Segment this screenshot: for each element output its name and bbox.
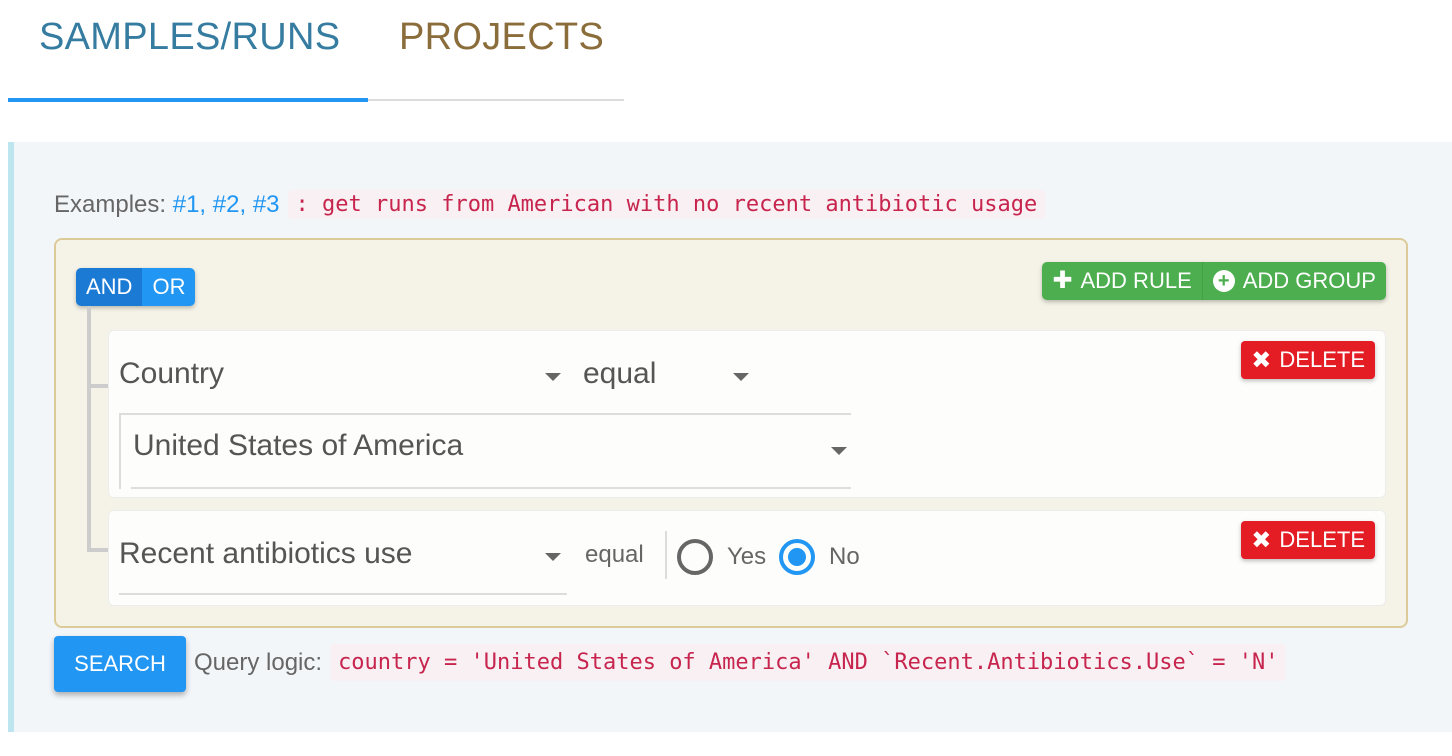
delete-rule-button[interactable]: ✖ DELETE (1241, 521, 1375, 559)
operator-select[interactable]: equal (583, 345, 753, 415)
field-select[interactable]: Country (119, 345, 567, 415)
tab-samples-runs[interactable]: SAMPLES/RUNS (39, 16, 340, 59)
caret-down-icon (545, 373, 561, 381)
active-tab-indicator (8, 98, 368, 102)
radio-circle-icon (677, 539, 713, 575)
radio-yes-label: Yes (727, 543, 767, 570)
example-link-3[interactable]: #3 (253, 191, 280, 219)
query-logic-label: Query logic: (194, 648, 323, 676)
value-select-box: United States of America (131, 415, 851, 489)
query-group: AND OR ✚ ADD RULE + ADD GROUP Country eq… (54, 238, 1408, 628)
search-panel: Examples: #1, #2, #3 : get runs from Ame… (8, 142, 1452, 732)
query-logic: Query logic: country = 'United States of… (194, 644, 1287, 681)
examples-label: Examples: (54, 190, 167, 218)
divider (665, 531, 667, 579)
and-button[interactable]: AND (76, 268, 143, 306)
tree-connector-branch (87, 384, 109, 388)
add-group-button[interactable]: + ADD GROUP (1201, 262, 1386, 300)
operator-select-value: equal (583, 357, 657, 390)
add-button-group: ✚ ADD RULE + ADD GROUP (1042, 262, 1386, 300)
radio-no-label: No (829, 543, 860, 570)
field-select-value: Country (119, 357, 225, 390)
delete-label: DELETE (1279, 347, 1365, 372)
tree-connector (87, 306, 91, 552)
add-rule-label: ADD RULE (1080, 268, 1192, 293)
operator-label: equal (585, 541, 644, 568)
examples-row: Examples: #1, #2, #3 : get runs from Ame… (54, 190, 1046, 219)
radio-checked-icon (779, 539, 815, 575)
add-rule-button[interactable]: ✚ ADD RULE (1042, 262, 1202, 300)
rule-antibiotics: Recent antibiotics use equal Yes No ✖ DE… (108, 510, 1386, 606)
add-group-label: ADD GROUP (1242, 268, 1376, 293)
example-link-2[interactable]: #2, (213, 191, 246, 219)
caret-down-icon (831, 447, 847, 455)
tab-projects[interactable]: PROJECTS (399, 16, 604, 59)
value-select[interactable]: United States of America (119, 413, 851, 489)
radio-no[interactable]: No (779, 539, 860, 575)
field-select-value: Recent antibiotics use (119, 537, 413, 570)
close-icon: ✖ (1251, 526, 1272, 554)
example-description: : get runs from American with no recent … (287, 190, 1046, 219)
or-button[interactable]: OR (142, 268, 196, 306)
rule-country: Country equal United States of America ✖… (108, 330, 1386, 498)
radio-yes[interactable]: Yes (677, 539, 766, 575)
search-button[interactable]: SEARCH (54, 636, 186, 692)
conjunction-toggle: AND OR (76, 268, 196, 306)
tree-connector-branch (87, 548, 109, 552)
delete-rule-button[interactable]: ✖ DELETE (1241, 341, 1375, 379)
plus-icon: ✚ (1052, 267, 1073, 294)
close-icon: ✖ (1251, 346, 1272, 374)
caret-down-icon (545, 553, 561, 561)
tab-bar: SAMPLES/RUNS PROJECTS (8, 0, 624, 102)
value-select-value: United States of America (133, 429, 464, 462)
caret-down-icon (733, 373, 749, 381)
example-link-1[interactable]: #1, (173, 191, 206, 219)
plus-circle-icon: + (1212, 270, 1235, 292)
delete-label: DELETE (1279, 527, 1365, 552)
field-select[interactable]: Recent antibiotics use (119, 525, 567, 595)
query-logic-code: country = 'United States of America' AND… (330, 644, 1287, 681)
